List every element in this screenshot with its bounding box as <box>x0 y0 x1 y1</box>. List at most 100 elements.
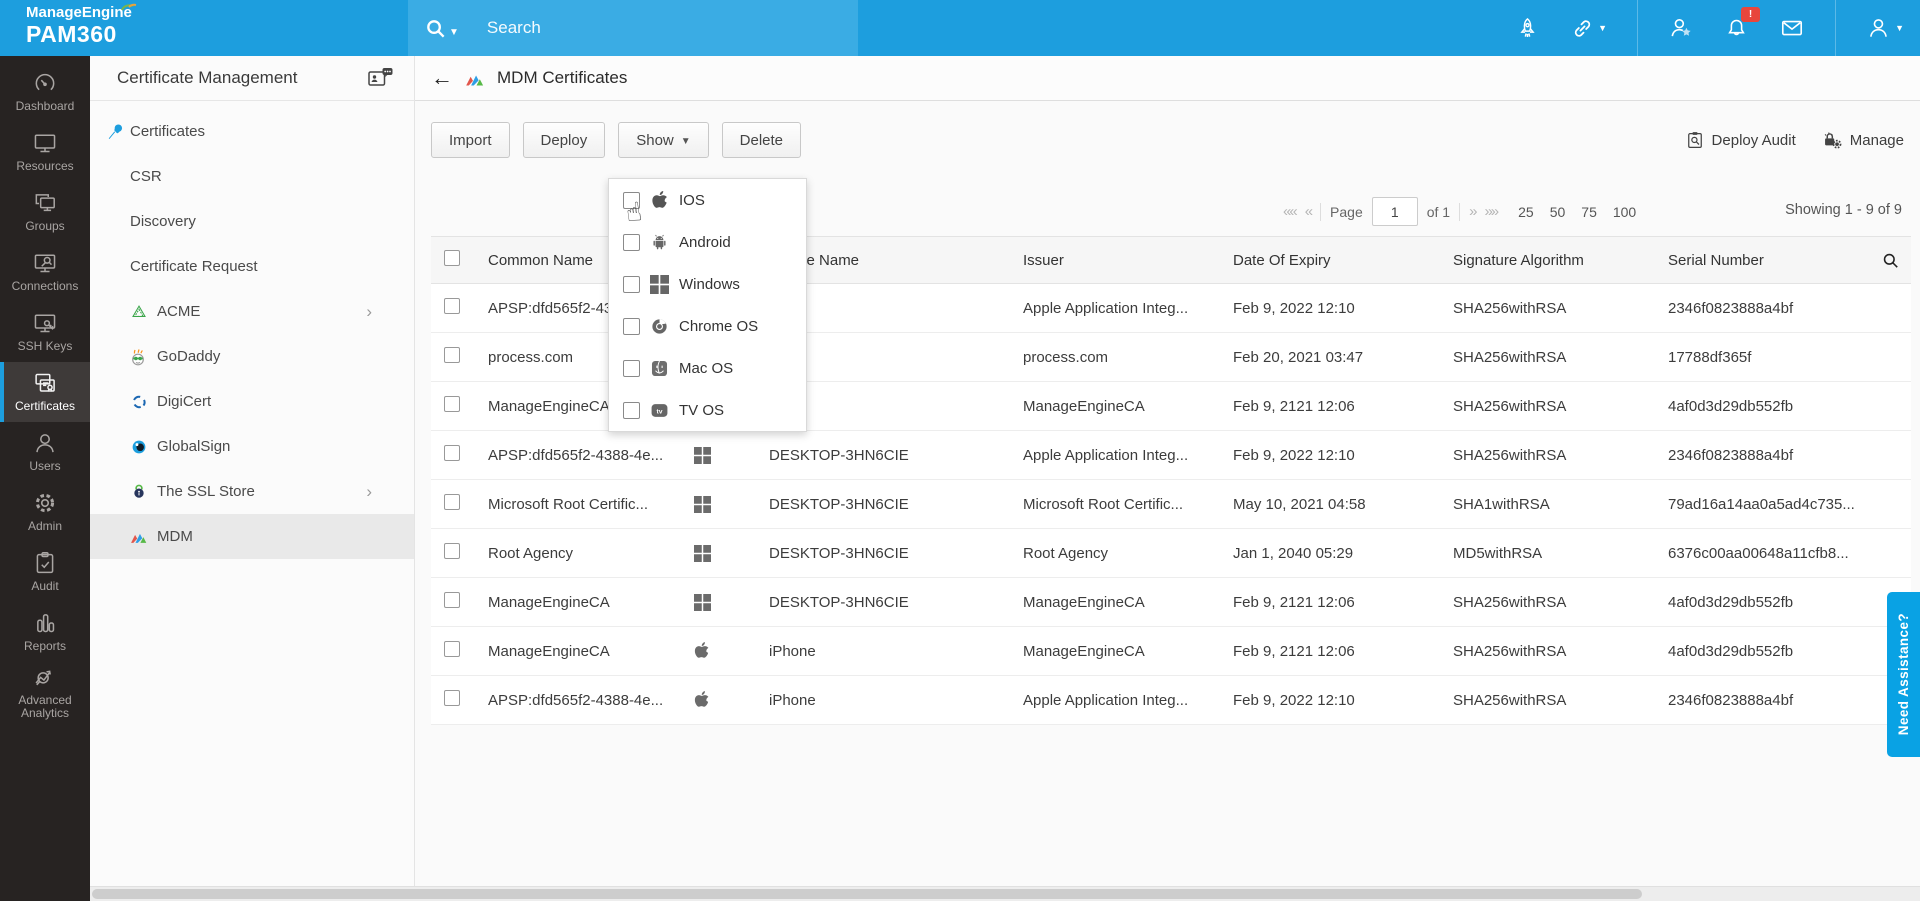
sidebar-item-certificates[interactable]: Certificates <box>0 362 90 422</box>
android-checkbox[interactable] <box>623 233 640 251</box>
scrollbar-thumb[interactable] <box>92 889 1642 899</box>
row-checkbox[interactable] <box>444 347 460 363</box>
first-page-icon[interactable]: «« <box>1283 203 1298 220</box>
os-option-chrome-os[interactable]: Chrome OS <box>609 305 806 347</box>
mac-os-checkbox[interactable] <box>623 359 640 377</box>
prev-page-icon[interactable]: « <box>1305 203 1313 220</box>
row-checkbox[interactable] <box>444 494 460 510</box>
table-row[interactable]: ManageEngineCA iPhone ManageEngineCA Feb… <box>431 627 1911 676</box>
sidebar-item-reports[interactable]: Reports <box>0 602 90 662</box>
notifications-bell-icon[interactable]: ! <box>1724 6 1761 41</box>
sidebar-item-users[interactable]: Users <box>0 422 90 482</box>
subnav-item-csr[interactable]: CSR <box>90 154 414 199</box>
page-number-input[interactable] <box>1371 197 1418 226</box>
cell-algorithm: SHA256withRSA <box>1453 446 1567 464</box>
os-option-windows[interactable]: Windows <box>609 263 806 305</box>
page-label: Page <box>1330 203 1363 220</box>
cell-common-name: ManageEngineCA <box>488 642 610 660</box>
subnav-item-certificates[interactable]: Certificates <box>90 109 414 154</box>
cell-expiry: Feb 9, 2022 12:10 <box>1233 299 1355 317</box>
mail-icon[interactable] <box>1779 15 1805 41</box>
row-checkbox[interactable] <box>444 690 460 706</box>
last-page-icon[interactable]: »» <box>1484 203 1499 220</box>
back-arrow-icon[interactable]: ← <box>431 67 453 89</box>
user-star-icon[interactable] <box>1668 15 1694 41</box>
table-row[interactable]: ManageEngineCA DESKTOP-3HN6CIE ManageEng… <box>431 578 1911 627</box>
row-checkbox[interactable] <box>444 592 460 608</box>
quick-links-icon[interactable]: ▼ <box>1570 16 1607 41</box>
import-button[interactable]: Import <box>431 122 510 158</box>
sidebar-item-resources[interactable]: Resources <box>0 122 90 182</box>
row-checkbox[interactable] <box>444 543 460 559</box>
header-signature-algorithm[interactable]: Signature Algorithm <box>1441 252 1656 269</box>
windows-icon <box>694 496 711 513</box>
table-row[interactable]: APSP:dfd565f2-4388-4e... DESKTOP-3HN6CIE… <box>431 431 1911 480</box>
subnav-item-godaddy[interactable]: GoDaddy <box>90 334 414 379</box>
delete-button[interactable]: Delete <box>721 122 802 158</box>
cell-serial: 4af0d3d29db552fb <box>1668 397 1794 415</box>
table-row[interactable]: APSP:dfd565f2-4388-4e... iPhone Apple Ap… <box>431 676 1911 725</box>
windows-checkbox[interactable] <box>623 275 640 293</box>
os-option-tv-os[interactable]: tv TV OS <box>609 389 806 431</box>
cell-issuer: ManageEngineCA <box>1023 642 1145 660</box>
subnav-item-mdm[interactable]: MDM <box>90 514 414 559</box>
table-row[interactable]: Root Agency DESKTOP-3HN6CIE Root Agency … <box>431 529 1911 578</box>
manage-button[interactable]: Manage <box>1822 130 1904 151</box>
cell-algorithm: SHA256withRSA <box>1453 348 1567 366</box>
subnav-item-globalsign[interactable]: GlobalSign <box>90 424 414 469</box>
panel-feedback-icon[interactable] <box>367 66 394 91</box>
sidebar-item-admin[interactable]: Admin <box>0 482 90 542</box>
horizontal-scrollbar[interactable] <box>90 886 1920 901</box>
need-assistance-tab[interactable]: Need Assistance? <box>1887 592 1920 757</box>
row-checkbox[interactable] <box>444 298 460 314</box>
pagination: «« « Page of 1 » »» 25 50 75 100 <box>1283 197 1636 226</box>
sidebar-item-audit[interactable]: Audit <box>0 542 90 602</box>
audit-icon <box>36 552 54 574</box>
subnav-item-acme[interactable]: ACME › <box>90 289 414 334</box>
sidebar-item-connections[interactable]: Connections <box>0 242 90 302</box>
cell-algorithm: SHA1withRSA <box>1453 495 1550 513</box>
sidebar-item-dashboard[interactable]: Dashboard <box>0 62 90 122</box>
next-page-icon[interactable]: » <box>1469 203 1477 220</box>
page-size-50[interactable]: 50 <box>1550 204 1566 220</box>
sidebar-item-ssh-keys[interactable]: SSH Keys <box>0 302 90 362</box>
select-all-checkbox[interactable] <box>444 250 460 266</box>
whats-new-rocket-icon[interactable] <box>1515 16 1540 41</box>
show-button[interactable]: Show ▼ <box>618 122 709 158</box>
chrome-os-checkbox[interactable] <box>623 317 640 335</box>
apple-icon <box>650 191 669 210</box>
subnav-item-discovery[interactable]: Discovery <box>90 199 414 244</box>
groups-icon <box>35 194 55 212</box>
search-scope-caret-icon[interactable]: ▼ <box>449 27 459 38</box>
page-size-100[interactable]: 100 <box>1613 204 1636 220</box>
search-icon[interactable] <box>424 17 447 40</box>
table-search-icon[interactable] <box>1881 251 1900 270</box>
sidebar-item-advanced-analytics[interactable]: Advanced Analytics <box>0 662 90 722</box>
deploy-audit-button[interactable]: Deploy Audit <box>1685 130 1796 151</box>
header-date-of-expiry[interactable]: Date Of Expiry <box>1221 252 1441 269</box>
deploy-button[interactable]: Deploy <box>522 122 606 158</box>
header-issuer[interactable]: Issuer <box>1011 252 1221 269</box>
subnav-item-the-ssl-store[interactable]: The SSL Store › <box>90 469 414 514</box>
os-option-mac-os[interactable]: Mac OS <box>609 347 806 389</box>
subnav-item-certificate-request[interactable]: Certificate Request <box>90 244 414 289</box>
user-menu-icon[interactable]: ▼ <box>1866 15 1904 41</box>
svg-text:tv: tv <box>657 408 663 415</box>
search-input[interactable] <box>484 17 819 39</box>
cell-device-name: iPhone <box>769 642 816 660</box>
cell-expiry: Feb 9, 2121 12:06 <box>1233 397 1355 415</box>
sidebar-item-groups[interactable]: Groups <box>0 182 90 242</box>
row-checkbox[interactable] <box>444 445 460 461</box>
page-size-25[interactable]: 25 <box>1518 204 1534 220</box>
advanced-analytics-icon <box>35 670 51 686</box>
row-checkbox[interactable] <box>444 641 460 657</box>
cell-expiry: Feb 9, 2022 12:10 <box>1233 691 1355 709</box>
cell-serial: 4af0d3d29db552fb <box>1668 593 1794 611</box>
table-row[interactable]: Microsoft Root Certific... DESKTOP-3HN6C… <box>431 480 1911 529</box>
tv-os-checkbox[interactable] <box>623 401 640 419</box>
page-size-75[interactable]: 75 <box>1581 204 1597 220</box>
row-checkbox[interactable] <box>444 396 460 412</box>
header-serial-number[interactable]: Serial Number <box>1656 252 1881 269</box>
subnav-item-digicert[interactable]: DigiCert <box>90 379 414 424</box>
sslstore-icon <box>134 484 144 498</box>
